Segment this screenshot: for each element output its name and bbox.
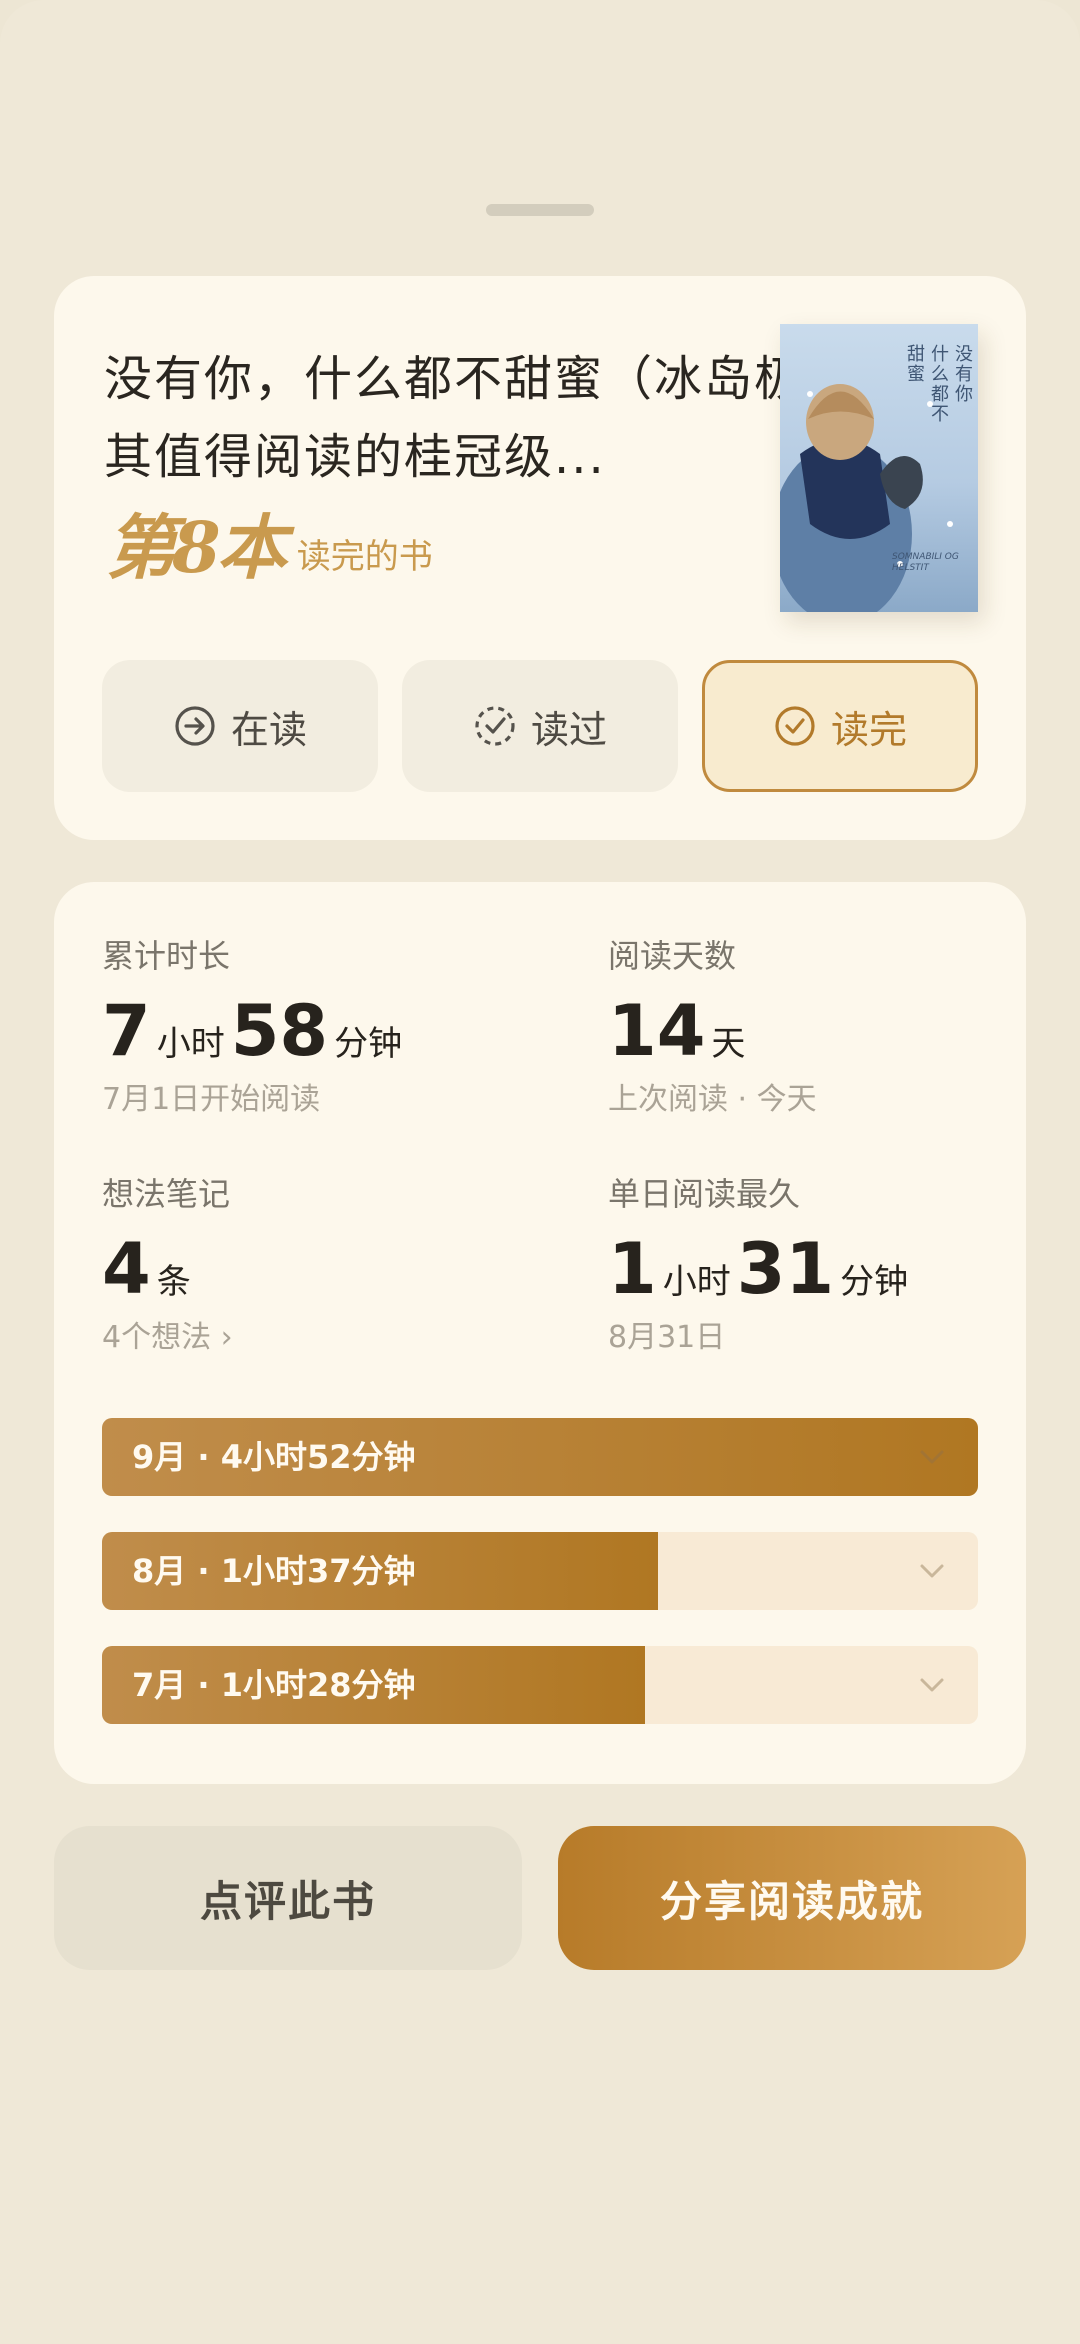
check-circle-icon (775, 706, 815, 746)
stat-total-time-label: 累计时长 (102, 937, 231, 975)
status-finished-label: 读完 (830, 707, 907, 752)
status-read-button[interactable]: 读过 (402, 660, 678, 792)
notes-link[interactable]: 4个想法 › (102, 1320, 542, 1356)
month-row-jul[interactable]: 7月 · 1小时28分钟 (102, 1646, 978, 1724)
month-label: 9月 · 4小时52分钟 (132, 1438, 416, 1476)
longest-hours: 1 (608, 1228, 657, 1310)
total-hours: 7 (102, 990, 151, 1072)
stat-notes-label: 想法笔记 (102, 1175, 231, 1213)
chevron-down-icon (920, 1564, 944, 1578)
last-read: 上次阅读 · 今天 (608, 1082, 817, 1117)
rank-label: 读完的书 (296, 537, 433, 577)
month-label: 7月 · 1小时28分钟 (132, 1666, 416, 1704)
arrow-right-circle-icon (175, 706, 215, 746)
longest-hours-unit: 小时 (662, 1262, 731, 1302)
stat-longest-day-label: 单日阅读最久 (608, 1175, 801, 1213)
days-unit: 天 (711, 1024, 746, 1064)
cover-latin: SOMNABILI OG HELSTIT (892, 552, 959, 573)
book-title[interactable]: 没有你，什么都不甜蜜（冰岛极其值得阅读的桂冠级... (104, 340, 804, 496)
month-row-sep[interactable]: 9月 · 4小时52分钟 (102, 1418, 978, 1496)
total-minutes: 58 (230, 990, 329, 1072)
status-finished-button[interactable]: 读完 (702, 660, 978, 792)
total-minutes-unit: 分钟 (334, 1024, 403, 1064)
stat-reading-days-value: 14 天 (608, 994, 1048, 1068)
stat-reading-days: 阅读天数 14 天 上次阅读 · 今天 (608, 936, 1048, 1118)
days-number: 14 (608, 990, 706, 1072)
dashed-check-circle-icon (475, 706, 515, 746)
stat-reading-days-label: 阅读天数 (608, 937, 737, 975)
book-cover[interactable]: 没有你 什么都不 甜蜜 SOMNABILI OG HELSTIT (780, 324, 978, 612)
month-row-aug[interactable]: 8月 · 1小时37分钟 (102, 1532, 978, 1610)
stat-longest-day: 单日阅读最久 1 小时 31 分钟 8月31日 (608, 1174, 1048, 1356)
stat-longest-day-value: 1 小时 31 分钟 (608, 1232, 1048, 1306)
status-read-label: 读过 (530, 707, 607, 752)
notes-unit: 条 (156, 1262, 191, 1302)
book-card: 没有你，什么都不甜蜜（冰岛极其值得阅读的桂冠级... 第8本 读完的书 没有你 … (54, 276, 1026, 840)
rank-row: 第8本 读完的书 (106, 508, 433, 588)
drag-handle[interactable] (486, 204, 594, 216)
stat-notes-value: 4 条 (102, 1232, 542, 1306)
stat-total-time-value: 7 小时 58 分钟 (102, 994, 542, 1068)
reading-stats-card: 累计时长 7 小时 58 分钟 7月1日开始阅读 阅读天数 14 天 上次阅读 … (54, 882, 1026, 1784)
status-reading-label: 在读 (230, 707, 307, 752)
share-achievement-button[interactable]: 分享阅读成就 (558, 1826, 1026, 1970)
total-hours-unit: 小时 (156, 1024, 225, 1064)
longest-minutes-unit: 分钟 (840, 1262, 909, 1302)
status-reading-button[interactable]: 在读 (102, 660, 378, 792)
stat-notes[interactable]: 想法笔记 4 条 4个想法 › (102, 1174, 542, 1356)
notes-number: 4 (102, 1228, 151, 1310)
bottom-sheet: 没有你，什么都不甜蜜（冰岛极其值得阅读的桂冠级... 第8本 读完的书 没有你 … (0, 0, 1080, 2344)
rank-number: 第8本 (106, 506, 287, 589)
start-date: 7月1日开始阅读 (102, 1082, 321, 1117)
review-book-button[interactable]: 点评此书 (54, 1826, 522, 1970)
chevron-down-icon (920, 1678, 944, 1692)
chevron-down-icon (920, 1450, 944, 1464)
longest-date: 8月31日 (608, 1320, 726, 1355)
longest-minutes: 31 (736, 1228, 835, 1310)
month-label: 8月 · 1小时37分钟 (132, 1552, 416, 1590)
stat-total-time: 累计时长 7 小时 58 分钟 7月1日开始阅读 (102, 936, 542, 1118)
